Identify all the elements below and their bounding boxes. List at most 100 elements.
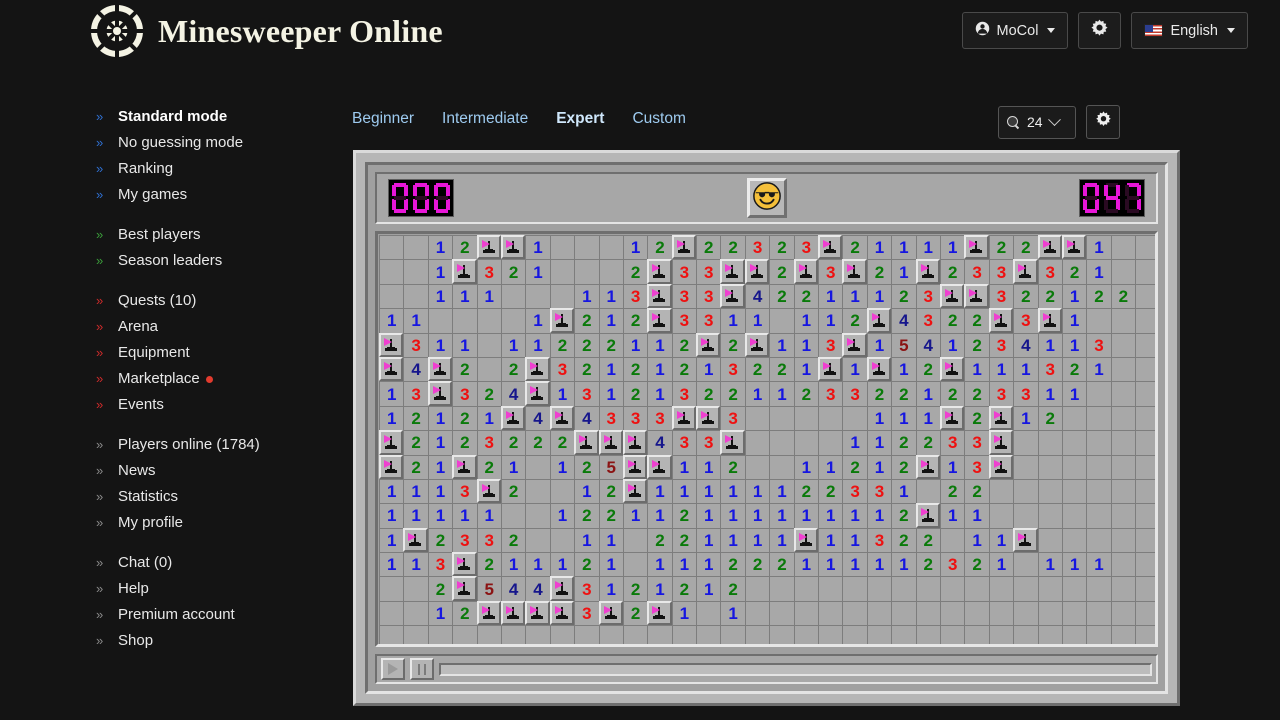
cell-flagged[interactable] (964, 235, 989, 260)
cell-number[interactable]: 1 (525, 235, 550, 260)
cell-flagged[interactable] (696, 332, 721, 357)
cell-number[interactable]: 4 (1013, 332, 1038, 357)
cell-flagged[interactable] (720, 430, 745, 455)
cell-number[interactable]: 1 (476, 503, 501, 528)
cell-flagged[interactable] (622, 454, 648, 479)
sidebar-item-season-leaders[interactable]: » Season leaders (96, 252, 346, 278)
cell-empty[interactable] (549, 259, 575, 284)
cell-number[interactable]: 1 (622, 503, 648, 528)
cell-number[interactable]: 1 (842, 283, 867, 309)
cell-flagged[interactable] (622, 430, 648, 455)
cell-empty[interactable] (476, 332, 501, 357)
cell-number[interactable]: 2 (720, 381, 745, 406)
cell-number[interactable]: 1 (452, 332, 477, 357)
cell-empty[interactable] (574, 625, 599, 644)
cell-number[interactable]: 4 (891, 308, 916, 333)
cell-number[interactable]: 1 (866, 430, 892, 455)
cell-number[interactable]: 1 (891, 259, 916, 284)
cell-number[interactable]: 1 (427, 503, 453, 528)
cell-number[interactable]: 1 (818, 283, 843, 309)
cell-number[interactable]: 1 (744, 503, 770, 528)
cell-number[interactable]: 1 (647, 552, 672, 577)
cell-empty[interactable] (1135, 405, 1155, 431)
cell-empty[interactable] (1110, 503, 1136, 528)
cell-empty[interactable] (476, 356, 501, 382)
cell-number[interactable]: 1 (427, 405, 453, 431)
cell-number[interactable]: 3 (1037, 356, 1062, 382)
cell-number[interactable]: 1 (842, 430, 867, 455)
cell-number[interactable]: 1 (891, 478, 916, 504)
cell-flagged[interactable] (866, 356, 892, 382)
cell-number[interactable]: 1 (988, 527, 1014, 553)
cell-empty[interactable] (598, 235, 623, 260)
cell-number[interactable]: 1 (476, 283, 501, 309)
cell-empty[interactable] (1110, 478, 1136, 504)
cell-number[interactable]: 2 (525, 430, 550, 455)
cell-number[interactable]: 1 (964, 503, 989, 528)
cell-number[interactable]: 2 (476, 454, 501, 479)
cell-number[interactable]: 1 (647, 381, 672, 406)
cell-number[interactable]: 2 (891, 381, 916, 406)
cell-number[interactable]: 2 (452, 356, 477, 382)
cell-number[interactable]: 3 (939, 430, 965, 455)
cell-number[interactable]: 3 (939, 552, 965, 577)
cell-number[interactable]: 1 (915, 381, 940, 406)
cell-empty[interactable] (744, 625, 770, 644)
tab-expert[interactable]: Expert (556, 110, 604, 128)
cell-number[interactable]: 3 (1013, 381, 1038, 406)
cell-empty[interactable] (1086, 308, 1111, 333)
cell-number[interactable]: 3 (598, 405, 623, 431)
cell-number[interactable]: 1 (379, 478, 404, 504)
cell-number[interactable]: 1 (525, 552, 550, 577)
cell-number[interactable]: 1 (744, 308, 770, 333)
cell-empty[interactable] (696, 600, 721, 626)
cell-flagged[interactable] (647, 308, 672, 333)
cell-flagged[interactable] (647, 259, 672, 284)
cell-empty[interactable] (549, 478, 575, 504)
cell-empty[interactable] (1086, 478, 1111, 504)
cell-empty[interactable] (915, 478, 940, 504)
cell-number[interactable]: 1 (793, 552, 819, 577)
cell-number[interactable]: 2 (671, 576, 697, 601)
cell-number[interactable]: 1 (427, 259, 453, 284)
cell-flagged[interactable] (866, 308, 892, 333)
cell-empty[interactable] (744, 430, 770, 455)
cell-number[interactable]: 1 (500, 552, 526, 577)
cell-empty[interactable] (574, 235, 599, 260)
cell-empty[interactable] (1135, 356, 1155, 382)
cell-empty[interactable] (1135, 381, 1155, 406)
cell-empty[interactable] (1110, 454, 1136, 479)
cell-empty[interactable] (647, 625, 672, 644)
cell-flagged[interactable] (793, 259, 819, 284)
cell-empty[interactable] (1061, 625, 1087, 644)
sidebar-item-no-guessing-mode[interactable]: » No guessing mode (96, 134, 346, 160)
cell-empty[interactable] (1037, 600, 1062, 626)
cell-number[interactable]: 2 (671, 527, 697, 553)
cell-number[interactable]: 2 (964, 308, 989, 333)
cell-number[interactable]: 2 (1037, 283, 1062, 309)
cell-empty[interactable] (1013, 478, 1038, 504)
cell-number[interactable]: 2 (671, 356, 697, 382)
cell-empty[interactable] (1013, 576, 1038, 601)
cell-number[interactable]: 1 (696, 356, 721, 382)
cell-number[interactable]: 1 (427, 430, 453, 455)
cell-number[interactable]: 1 (598, 576, 623, 601)
cell-number[interactable]: 1 (866, 332, 892, 357)
cell-number[interactable]: 2 (549, 430, 575, 455)
cell-empty[interactable] (622, 527, 648, 553)
board-settings-button[interactable] (1086, 105, 1120, 139)
cell-number[interactable]: 3 (696, 430, 721, 455)
cell-empty[interactable] (793, 625, 819, 644)
cell-empty[interactable] (1013, 430, 1038, 455)
cell-empty[interactable] (379, 259, 404, 284)
cell-empty[interactable] (1086, 527, 1111, 553)
cell-number[interactable]: 1 (427, 235, 453, 260)
cell-number[interactable]: 3 (622, 283, 648, 309)
cell-empty[interactable] (1061, 405, 1087, 431)
cell-number[interactable]: 1 (1037, 552, 1062, 577)
tab-custom[interactable]: Custom (632, 110, 685, 128)
cell-number[interactable]: 3 (793, 235, 819, 260)
cell-number[interactable]: 1 (964, 356, 989, 382)
cell-number[interactable]: 3 (452, 478, 477, 504)
cell-number[interactable]: 1 (647, 503, 672, 528)
